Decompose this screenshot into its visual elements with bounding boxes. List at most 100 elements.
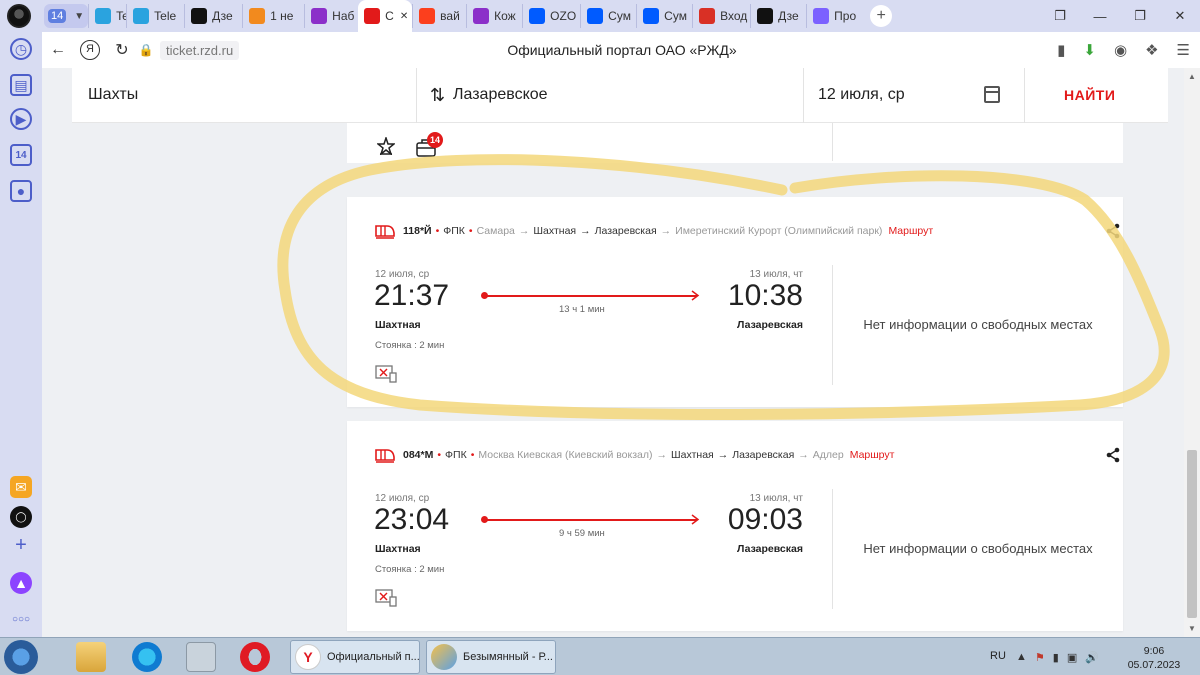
profile-avatar[interactable]: [0, 0, 38, 32]
browser-tab[interactable]: Дзе: [750, 4, 806, 28]
seats-info: Нет информации о свободных местах: [863, 541, 1093, 556]
from-station-field[interactable]: Шахты: [88, 86, 138, 104]
network-icon[interactable]: ▣: [1067, 651, 1077, 664]
browser-tab[interactable]: С ✕: [358, 0, 413, 32]
opera-icon[interactable]: [240, 642, 270, 672]
train-header: 084*М • ФПК • Москва Киевская (Киевский …: [375, 447, 894, 463]
route-station: Москва Киевская (Киевский вокзал): [478, 449, 653, 461]
clock[interactable]: 9:06 05.07.2023: [1124, 644, 1184, 672]
train-card[interactable]: 118*Й • ФПК • Самара → Шахтная → Лазарев…: [347, 197, 1123, 407]
departure-station: Шахтная: [375, 319, 421, 331]
back-arrow-icon[interactable]: ←: [42, 41, 74, 59]
browser-tab[interactable]: Вход: [692, 4, 750, 28]
calculator-icon[interactable]: [186, 642, 216, 672]
tab-label: вай: [440, 9, 460, 23]
menu-icon[interactable]: ☰: [1177, 41, 1190, 59]
chevron-down-icon: ▼: [74, 10, 85, 22]
tab-label: Дзе: [778, 9, 799, 23]
download-icon[interactable]: ⬇: [1083, 41, 1096, 59]
assistant-icon[interactable]: ◯: [10, 506, 32, 528]
train-card[interactable]: 084*М • ФПК • Москва Киевская (Киевский …: [347, 421, 1123, 631]
tab-group-count: 14: [48, 9, 67, 23]
more-icon[interactable]: ○○○: [10, 608, 32, 630]
yandex-browser-icon: Y: [295, 644, 321, 670]
power-icon[interactable]: ▮: [1053, 651, 1059, 664]
tab-label: С: [385, 9, 394, 23]
route-line: [485, 519, 697, 521]
browser-tab[interactable]: вай: [412, 4, 466, 28]
camera-icon[interactable]: ●: [10, 180, 32, 202]
taskbar-window-paint[interactable]: Безымянный - Р...: [426, 640, 556, 674]
tray-expand-icon[interactable]: ▲: [1016, 651, 1027, 664]
tab-group[interactable]: 14 ▼: [44, 4, 89, 28]
route-link[interactable]: Маршрут: [850, 449, 895, 461]
train-number: 118*Й: [403, 225, 432, 237]
address-bar-actions: ▮ ⬇ ◉ ❖ ☰: [1057, 41, 1190, 59]
calendar-icon[interactable]: [984, 86, 1000, 103]
scroll-up-icon[interactable]: ▲: [1188, 72, 1196, 81]
tab-label: Сум: [608, 9, 631, 23]
browser-tab[interactable]: 1 не: [242, 4, 304, 28]
travel-duration: 9 ч 59 мин: [559, 528, 605, 539]
close-button[interactable]: ✕: [1160, 0, 1200, 32]
extension-icon[interactable]: ◉: [1114, 41, 1127, 59]
date-field[interactable]: 12 июля, ср: [818, 86, 905, 104]
browser-tab[interactable]: Про: [806, 4, 860, 28]
tabs-overview-icon[interactable]: ❐: [1040, 0, 1080, 32]
new-tab-button[interactable]: +: [870, 5, 893, 27]
yandex-icon: [419, 8, 436, 24]
url-field[interactable]: ticket.rzd.ru: [160, 40, 240, 60]
edge-icon[interactable]: [132, 642, 162, 672]
browser-tab[interactable]: Сум: [636, 4, 692, 28]
address-bar: ← Я ↻ 🔒 ticket.rzd.ru Официальный портал…: [42, 32, 1200, 68]
play-icon[interactable]: ▶: [10, 108, 32, 130]
close-tab-icon[interactable]: ✕: [400, 11, 408, 22]
route-link[interactable]: Маршрут: [888, 225, 933, 237]
dzen-icon: [191, 8, 208, 24]
alice-icon[interactable]: ▲: [10, 572, 32, 594]
tab-label: OZO: [550, 9, 577, 23]
reload-icon[interactable]: ↻: [106, 40, 138, 60]
telegram-icon: [133, 8, 150, 24]
browser-tab[interactable]: OZO: [522, 4, 580, 28]
stop-duration: Стоянка : 2 мин: [375, 564, 445, 575]
volume-icon[interactable]: 🔊: [1085, 651, 1099, 664]
find-button[interactable]: НАЙТИ: [1064, 87, 1115, 103]
train-header: 118*Й • ФПК • Самара → Шахтная → Лазарев…: [375, 223, 933, 239]
scrollbar-thumb[interactable]: [1187, 450, 1197, 618]
extensions-puzzle-icon[interactable]: ❖: [1145, 41, 1158, 59]
browser-tab[interactable]: Tele: [126, 4, 184, 28]
add-panel-icon[interactable]: +: [10, 534, 32, 556]
language-indicator[interactable]: RU: [990, 650, 1006, 662]
yandex-home-icon[interactable]: Я: [80, 40, 100, 60]
taskbar-window-browser[interactable]: Y Официальный п...: [290, 640, 420, 674]
page-title: Официальный портал ОАО «РЖД»: [507, 42, 737, 58]
mail-icon[interactable]: ✉: [10, 476, 32, 498]
bookmark-icon[interactable]: ▮: [1057, 41, 1065, 59]
browser-tab[interactable]: Сум: [580, 4, 636, 28]
swap-stations-icon[interactable]: ⇅: [430, 85, 445, 106]
share-icon[interactable]: [1105, 447, 1121, 463]
minimize-button[interactable]: —: [1080, 0, 1120, 32]
browser-tab[interactable]: Кож: [466, 4, 522, 28]
file-explorer-icon[interactable]: [76, 642, 106, 672]
browser-tab[interactable]: Tele: [88, 4, 126, 28]
action-center-icon[interactable]: ⚑: [1035, 651, 1045, 664]
system-tray: ▲ ⚑ ▮ ▣ 🔊: [1016, 651, 1099, 664]
collections-icon[interactable]: ▤: [10, 74, 32, 96]
to-station-field[interactable]: Лазаревское: [453, 86, 548, 104]
seats-info: Нет информации о свободных местах: [863, 317, 1093, 332]
restore-button[interactable]: ❐: [1120, 0, 1160, 32]
clock-date: 05.07.2023: [1127, 659, 1181, 671]
page-scrollbar[interactable]: ▲ ▼: [1184, 68, 1200, 637]
scroll-down-icon[interactable]: ▼: [1188, 624, 1196, 633]
start-button[interactable]: [4, 640, 38, 674]
history-icon[interactable]: ◷: [10, 38, 32, 60]
train-icon: [375, 449, 395, 463]
browser-tab[interactable]: Наб: [304, 4, 358, 28]
browser-tab[interactable]: Дзе: [184, 4, 242, 28]
arrival-station: Лазаревская: [736, 319, 803, 331]
share-icon[interactable]: [1105, 223, 1121, 239]
calendar-badge-icon[interactable]: 14: [10, 144, 32, 166]
star-badge-icon[interactable]: [377, 137, 395, 155]
